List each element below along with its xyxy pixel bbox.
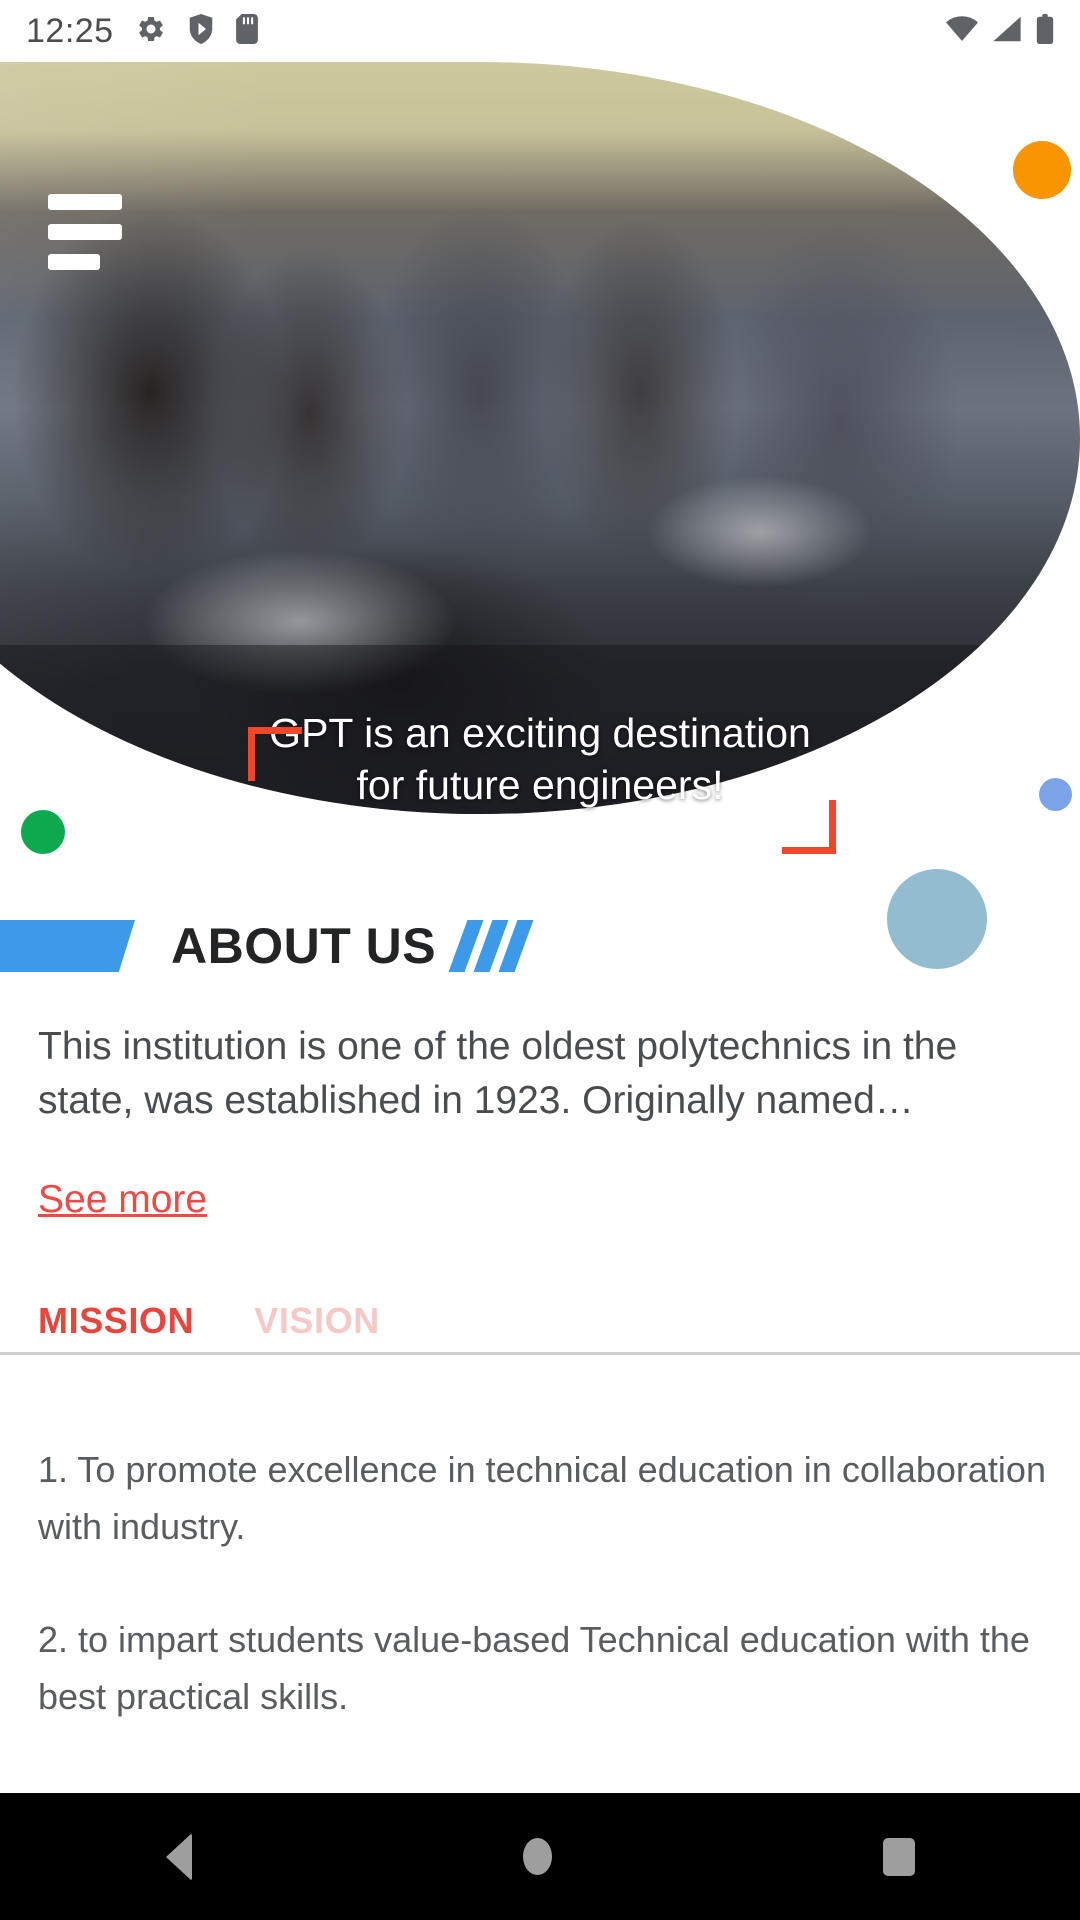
gear-icon [136, 14, 166, 49]
cell-signal-icon [992, 15, 1022, 48]
android-navigation-bar [0, 1793, 1080, 1920]
battery-icon [1036, 13, 1054, 49]
tab-mission[interactable]: MISSION [38, 1300, 194, 1342]
hero-image-mask [0, 62, 1080, 814]
caption-bracket-bottom-right [782, 800, 836, 854]
hero-caption-line-2: for future engineers! [356, 762, 724, 809]
hero-caption-text: GPT is an exciting destination for futur… [0, 707, 1080, 812]
triple-slash-icon [448, 920, 534, 972]
hamburger-bar-1 [48, 194, 122, 210]
status-bar-left: 12:25 [26, 12, 258, 51]
about-us-title: ABOUT US [171, 918, 437, 974]
steel-blue-dot-decoration [887, 869, 987, 969]
sd-card-icon [235, 13, 258, 49]
app-screen: 12:25 GPT is an exciting destination for… [0, 0, 1080, 1920]
hamburger-menu-icon[interactable] [48, 194, 122, 270]
status-bar: 12:25 [0, 0, 1080, 62]
caption-bracket-top-left [248, 727, 302, 781]
back-button-icon[interactable] [165, 1832, 192, 1881]
green-dot-decoration [21, 810, 65, 854]
mission-item-1: 1. To promote excellence in technical ed… [38, 1449, 1046, 1547]
mission-vision-tabs: MISSION VISION [0, 1300, 1080, 1354]
hamburger-bar-2 [48, 224, 122, 240]
home-button-icon[interactable] [522, 1838, 552, 1875]
hero-caption-line-1: GPT is an exciting destination [269, 710, 811, 756]
see-more-link[interactable]: See more [38, 1178, 207, 1222]
wifi-icon [946, 15, 978, 48]
about-ribbon-decoration [0, 920, 135, 972]
shield-play-icon [188, 13, 214, 49]
status-bar-clock: 12:25 [26, 11, 114, 50]
mission-content: 1. To promote excellence in technical ed… [38, 1442, 1048, 1726]
tabs-divider [0, 1352, 1080, 1355]
hero-banner: GPT is an exciting destination for futur… [0, 62, 1080, 969]
tab-vision[interactable]: VISION [254, 1300, 380, 1342]
hamburger-bar-3 [48, 254, 100, 270]
orange-dot-decoration [1013, 141, 1071, 199]
mission-item-2: 2. to impart students value-based Techni… [38, 1618, 1030, 1717]
status-bar-right [946, 13, 1054, 49]
recents-button-icon[interactable] [882, 1837, 915, 1876]
about-us-paragraph: This institution is one of the oldest po… [38, 1025, 958, 1122]
